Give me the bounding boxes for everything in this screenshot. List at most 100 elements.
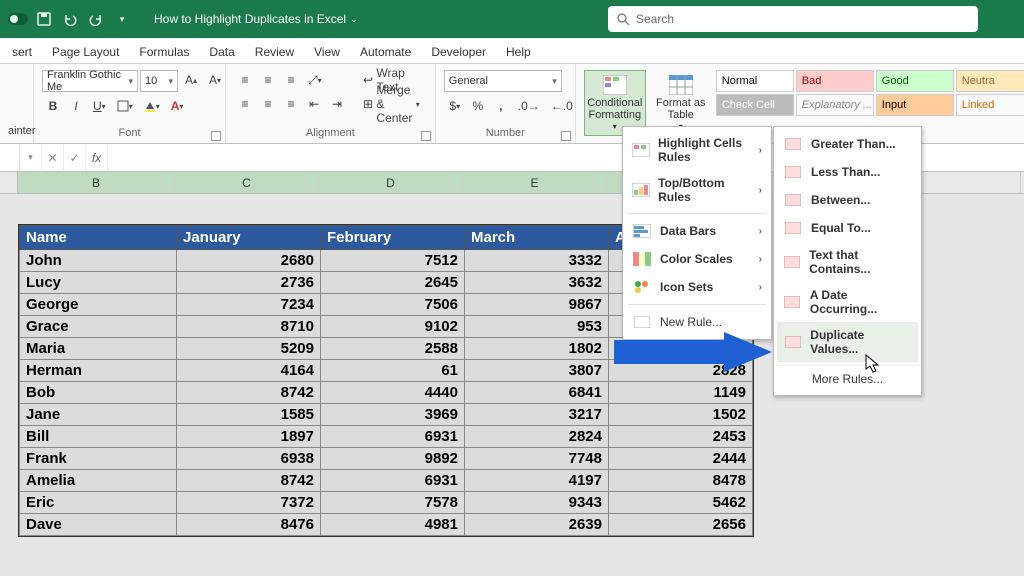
search-input[interactable]: Search bbox=[608, 6, 978, 32]
cell[interactable]: 2453 bbox=[609, 426, 753, 448]
menu-more-rules[interactable]: More Rules... bbox=[777, 365, 918, 392]
tab-formulas[interactable]: Formulas bbox=[129, 41, 199, 63]
col-header-b[interactable]: B bbox=[18, 172, 175, 193]
number-dialog-launcher-icon[interactable] bbox=[561, 131, 571, 141]
italic-button[interactable]: I bbox=[65, 96, 87, 116]
menu-date-occurring[interactable]: A Date Occurring... bbox=[777, 282, 918, 322]
cell[interactable]: 3632 bbox=[465, 272, 609, 294]
bold-button[interactable]: B bbox=[42, 96, 64, 116]
cell[interactable]: 4440 bbox=[321, 382, 465, 404]
insert-function-icon[interactable]: fx bbox=[86, 144, 108, 171]
cell[interactable]: George bbox=[20, 294, 177, 316]
redo-icon[interactable] bbox=[84, 7, 108, 31]
qat-dropdown-icon[interactable]: ▾ bbox=[110, 7, 134, 31]
header-name[interactable]: Name bbox=[20, 226, 177, 250]
cell[interactable]: 1149 bbox=[609, 382, 753, 404]
alignment-dialog-launcher-icon[interactable] bbox=[421, 131, 431, 141]
cell[interactable]: 7506 bbox=[321, 294, 465, 316]
cell[interactable]: Herman bbox=[20, 360, 177, 382]
cell[interactable]: 2588 bbox=[321, 338, 465, 360]
cell[interactable]: 61 bbox=[321, 360, 465, 382]
align-right-icon[interactable]: ≡ bbox=[280, 94, 302, 114]
menu-icon-sets[interactable]: Icon Sets› bbox=[626, 273, 768, 301]
cell[interactable]: Frank bbox=[20, 448, 177, 470]
fill-color-button[interactable]: ▾ bbox=[139, 96, 165, 116]
name-box[interactable] bbox=[2, 144, 20, 171]
cell[interactable]: Maria bbox=[20, 338, 177, 360]
cell[interactable]: 5462 bbox=[609, 492, 753, 514]
cell[interactable]: 2680 bbox=[177, 250, 321, 272]
tab-review[interactable]: Review bbox=[245, 41, 304, 63]
cell[interactable]: Bob bbox=[20, 382, 177, 404]
font-size-combo[interactable]: 10▾ bbox=[140, 70, 178, 92]
cell[interactable]: Lucy bbox=[20, 272, 177, 294]
cell[interactable]: 8478 bbox=[609, 470, 753, 492]
cell[interactable]: 3332 bbox=[465, 250, 609, 272]
cell[interactable]: 7748 bbox=[465, 448, 609, 470]
decrease-decimal-icon[interactable]: ←.0 bbox=[546, 96, 578, 116]
cell[interactable]: 953 bbox=[465, 316, 609, 338]
cell[interactable]: 1502 bbox=[609, 404, 753, 426]
tab-automate[interactable]: Automate bbox=[350, 41, 421, 63]
menu-highlight-cells-rules[interactable]: Highlight Cells Rules› bbox=[626, 130, 768, 170]
merge-center-button[interactable]: ⊞ Merge & Center ▾ bbox=[356, 94, 427, 114]
header-january[interactable]: January bbox=[177, 226, 321, 250]
cell[interactable]: 2824 bbox=[465, 426, 609, 448]
cell[interactable]: Grace bbox=[20, 316, 177, 338]
font-color-button[interactable]: A▾ bbox=[166, 96, 189, 116]
cell[interactable]: 8742 bbox=[177, 382, 321, 404]
select-all-corner[interactable] bbox=[0, 172, 18, 193]
cell[interactable]: John bbox=[20, 250, 177, 272]
align-bottom-icon[interactable]: ≡ bbox=[280, 70, 302, 90]
col-header-c[interactable]: C bbox=[175, 172, 319, 193]
col-header-e[interactable]: E bbox=[463, 172, 607, 193]
font-name-combo[interactable]: Franklin Gothic Me▾ bbox=[42, 70, 138, 92]
style-explanatory[interactable]: Explanatory ... bbox=[796, 94, 874, 116]
cell[interactable]: 3807 bbox=[465, 360, 609, 382]
cell[interactable]: 5209 bbox=[177, 338, 321, 360]
cell[interactable]: 3969 bbox=[321, 404, 465, 426]
cell[interactable]: 8476 bbox=[177, 514, 321, 536]
tab-insert[interactable]: sert bbox=[2, 41, 42, 63]
cell[interactable]: Dave bbox=[20, 514, 177, 536]
increase-indent-icon[interactable]: ⇥ bbox=[326, 94, 348, 114]
cell[interactable]: 7372 bbox=[177, 492, 321, 514]
cell[interactable]: 6841 bbox=[465, 382, 609, 404]
tab-data[interactable]: Data bbox=[199, 41, 244, 63]
cell[interactable]: 9343 bbox=[465, 492, 609, 514]
autosave-toggle[interactable] bbox=[6, 7, 30, 31]
style-linked[interactable]: Linked bbox=[956, 94, 1024, 116]
style-neutral[interactable]: Neutra bbox=[956, 70, 1024, 92]
col-header-d[interactable]: D bbox=[319, 172, 463, 193]
menu-equal-to[interactable]: Equal To... bbox=[777, 214, 918, 242]
header-february[interactable]: February bbox=[321, 226, 465, 250]
increase-font-icon[interactable]: A▴ bbox=[180, 70, 202, 90]
tab-view[interactable]: View bbox=[304, 41, 350, 63]
document-title[interactable]: How to Highlight Duplicates in Excel ⌄ bbox=[154, 12, 358, 26]
cell[interactable]: 1897 bbox=[177, 426, 321, 448]
save-icon[interactable] bbox=[32, 7, 56, 31]
cell[interactable]: 4197 bbox=[465, 470, 609, 492]
cell[interactable]: 6931 bbox=[321, 426, 465, 448]
cell[interactable]: 2656 bbox=[609, 514, 753, 536]
cell[interactable]: 8742 bbox=[177, 470, 321, 492]
orientation-icon[interactable]: ⤢▾ bbox=[303, 70, 327, 90]
cell[interactable]: Amelia bbox=[20, 470, 177, 492]
cell[interactable]: 9102 bbox=[321, 316, 465, 338]
cell[interactable]: 4164 bbox=[177, 360, 321, 382]
cell[interactable]: 7512 bbox=[321, 250, 465, 272]
header-march[interactable]: March bbox=[465, 226, 609, 250]
cell[interactable]: 4981 bbox=[321, 514, 465, 536]
cell[interactable]: 2736 bbox=[177, 272, 321, 294]
menu-duplicate-values[interactable]: Duplicate Values... bbox=[777, 322, 918, 362]
cell[interactable]: 1802 bbox=[465, 338, 609, 360]
cell[interactable]: Eric bbox=[20, 492, 177, 514]
increase-decimal-icon[interactable]: .0→ bbox=[513, 96, 545, 116]
align-left-icon[interactable]: ≡ bbox=[234, 94, 256, 114]
align-center-icon[interactable]: ≡ bbox=[257, 94, 279, 114]
cell-styles-gallery[interactable]: Normal Bad Good Neutra Check Cell Explan… bbox=[716, 70, 1024, 116]
decrease-indent-icon[interactable]: ⇤ bbox=[303, 94, 325, 114]
cell[interactable]: 2444 bbox=[609, 448, 753, 470]
accounting-format-icon[interactable]: $▾ bbox=[444, 96, 466, 116]
enter-formula-icon[interactable]: ✓ bbox=[64, 144, 86, 171]
